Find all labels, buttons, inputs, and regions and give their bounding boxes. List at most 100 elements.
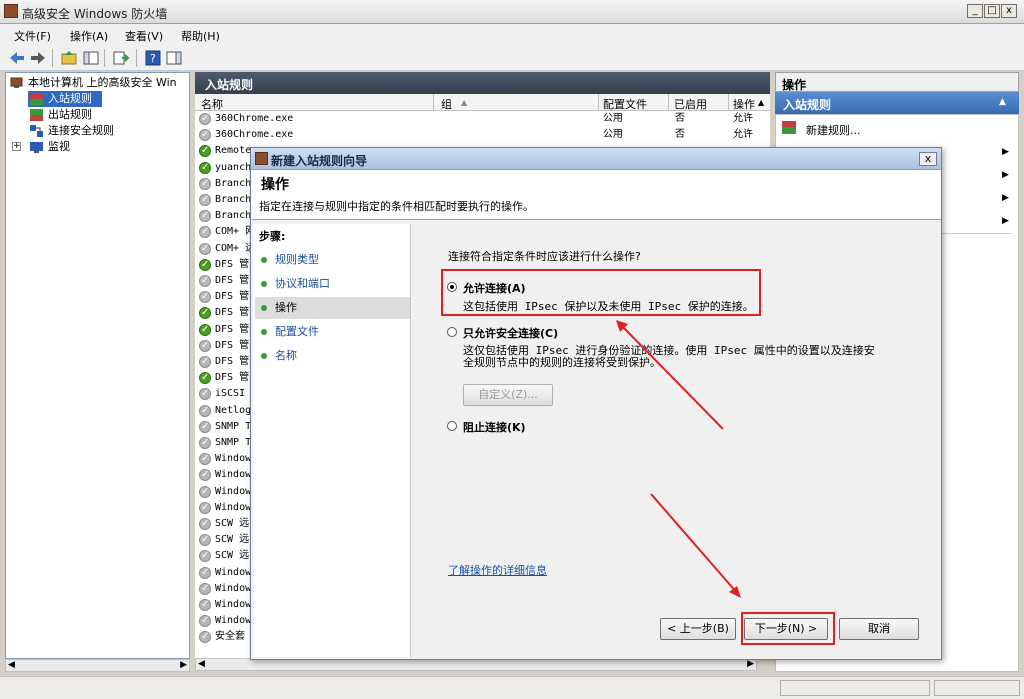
sort-ascending-icon: ▲: [461, 98, 468, 107]
column-profile[interactable]: 配置文件: [603, 96, 647, 112]
expand-icon[interactable]: +: [12, 142, 21, 151]
rule-disabled-icon: [199, 435, 211, 451]
forward-arrow-icon[interactable]: [29, 49, 47, 67]
rule-disabled-icon: [199, 176, 211, 192]
rule-disabled-icon: [199, 127, 211, 143]
tree-item-inbound-rules[interactable]: 入站规则: [28, 91, 102, 107]
collapse-icon[interactable]: ▲: [999, 97, 1006, 107]
dialog-titlebar: 新建入站规则向导 x: [251, 148, 941, 170]
svg-text:?: ?: [150, 52, 156, 65]
rule-name: Window: [215, 485, 252, 497]
rule-disabled-icon: [199, 354, 211, 370]
close-button[interactable]: x: [1001, 4, 1017, 18]
step-protocol-ports[interactable]: 协议和端口: [255, 273, 410, 295]
menu-help[interactable]: 帮助(H): [181, 28, 220, 44]
column-action[interactable]: 操作: [733, 96, 755, 112]
status-bar: [0, 676, 1024, 699]
help-icon[interactable]: ?: [144, 49, 162, 67]
rule-name: Netlog: [215, 404, 252, 416]
wizard-steps-panel: 步骤: 规则类型 协议和端口 操作 配置文件 名称: [253, 224, 411, 657]
up-folder-icon[interactable]: [60, 49, 78, 67]
table-row[interactable]: 360Chrome.exe 公用 否 允许: [195, 111, 770, 127]
rule-disabled-icon: [199, 111, 211, 127]
middle-pane-header: 入站规则: [195, 72, 770, 94]
window-titlebar: 高级安全 Windows 防火墙 _ □ x: [0, 0, 1024, 24]
rule-name: DFS 管: [215, 323, 250, 335]
rule-name: yuanch: [215, 161, 252, 173]
rule-name: Window: [215, 582, 252, 594]
rule-disabled-icon: [199, 500, 211, 516]
rule-disabled-icon: [199, 289, 211, 305]
rule-disabled-icon: [199, 224, 211, 240]
rule-disabled-icon: [199, 548, 211, 564]
tree-root-label: 本地计算机 上的高级安全 Win: [28, 76, 177, 89]
step-bullet-icon: [261, 353, 267, 359]
rule-enabled-icon: [199, 160, 211, 176]
scroll-left-icon[interactable]: ◀: [8, 660, 15, 670]
rule-list-header: 名称 组 ▲ 配置文件 已启用 操作 ▲: [195, 94, 770, 111]
menu-view[interactable]: 查看(V): [125, 28, 163, 44]
dialog-close-button[interactable]: x: [919, 152, 937, 166]
export-list-icon[interactable]: [112, 49, 130, 67]
new-inbound-rule-wizard: 新建入站规则向导 x 操作 指定在连接与规则中指定的条件相匹配时要执行的操作。 …: [250, 147, 942, 660]
step-label: 配置文件: [275, 325, 319, 338]
maximize-button[interactable]: □: [984, 4, 1000, 18]
step-action[interactable]: 操作: [255, 297, 410, 319]
scroll-left-icon[interactable]: ◀: [198, 659, 205, 669]
rule-profile: 公用: [603, 113, 623, 124]
annotation-arrows: [616, 320, 741, 598]
step-profile[interactable]: 配置文件: [255, 321, 410, 343]
rule-name: DFS 管: [215, 291, 250, 303]
rule-disabled-icon: [199, 208, 211, 224]
window-title: 高级安全 Windows 防火墙: [22, 7, 168, 21]
actions-section-header[interactable]: 入站规则 ▲: [775, 92, 1019, 114]
scroll-right-icon[interactable]: ▶: [747, 659, 754, 669]
step-bullet-icon: [261, 281, 267, 287]
menu-action[interactable]: 操作(A): [70, 28, 108, 44]
outbound-rules-icon: [30, 109, 43, 121]
rule-name: SCW 远: [215, 518, 250, 529]
tree-item-label: 入站规则: [48, 92, 92, 105]
dialog-subheading: 指定在连接与规则中指定的条件相匹配时要执行的操作。: [259, 200, 534, 213]
steps-title: 步骤:: [259, 230, 286, 243]
rule-disabled-icon: [199, 467, 211, 483]
scroll-right-icon[interactable]: ▶: [180, 660, 187, 670]
rule-name: DFS 管: [215, 258, 250, 270]
rule-name: Branch: [215, 194, 252, 205]
table-row[interactable]: 360Chrome.exe 公用 否 允许: [195, 127, 770, 143]
show-action-pane-icon[interactable]: [165, 49, 183, 67]
computer-firewall-icon: [10, 77, 23, 88]
step-rule-type[interactable]: 规则类型: [255, 249, 410, 271]
show-hide-tree-icon[interactable]: [82, 49, 100, 67]
tree-horizontal-scrollbar[interactable]: ◀ ▶: [5, 659, 190, 672]
back-arrow-icon[interactable]: [8, 49, 26, 67]
step-label: 名称: [275, 349, 297, 362]
menu-file[interactable]: 文件(F): [14, 28, 51, 44]
rule-name: SNMP T: [215, 420, 252, 432]
minimize-button[interactable]: _: [967, 4, 983, 18]
rule-disabled-icon: [199, 273, 211, 289]
console-tree: 本地计算机 上的高级安全 Win 入站规则 出站规则 连接安全规则 + 监视: [5, 72, 190, 659]
tree-item-label: 监视: [48, 140, 70, 153]
rule-name: DFS 管: [215, 356, 250, 367]
rule-name: DFS 管: [215, 307, 250, 319]
rule-disabled-icon: [199, 192, 211, 208]
rule-name: DFS 管: [215, 372, 250, 384]
wizard-app-icon: [255, 152, 268, 165]
scroll-up-icon[interactable]: ▲: [758, 98, 764, 107]
middle-pane-title: 入站规则: [205, 78, 254, 92]
column-name[interactable]: 名称: [201, 96, 223, 112]
rule-enabled: 否: [675, 129, 685, 141]
rule-disabled-icon: [199, 613, 211, 629]
submenu-arrow-icon: ▶: [1002, 147, 1009, 157]
rule-disabled-icon: [199, 565, 211, 581]
rule-name: Window: [215, 469, 252, 481]
actions-pane-header: 操作: [775, 72, 1019, 92]
new-rule-icon: [782, 121, 796, 134]
column-enabled[interactable]: 已启用: [674, 96, 707, 112]
action-new-rule[interactable]: 新建规则...: [782, 119, 1012, 137]
rule-enabled-icon: [199, 143, 211, 159]
dialog-title: 新建入站规则向导: [271, 154, 368, 168]
column-group[interactable]: 组: [441, 96, 452, 112]
step-name[interactable]: 名称: [255, 345, 410, 367]
